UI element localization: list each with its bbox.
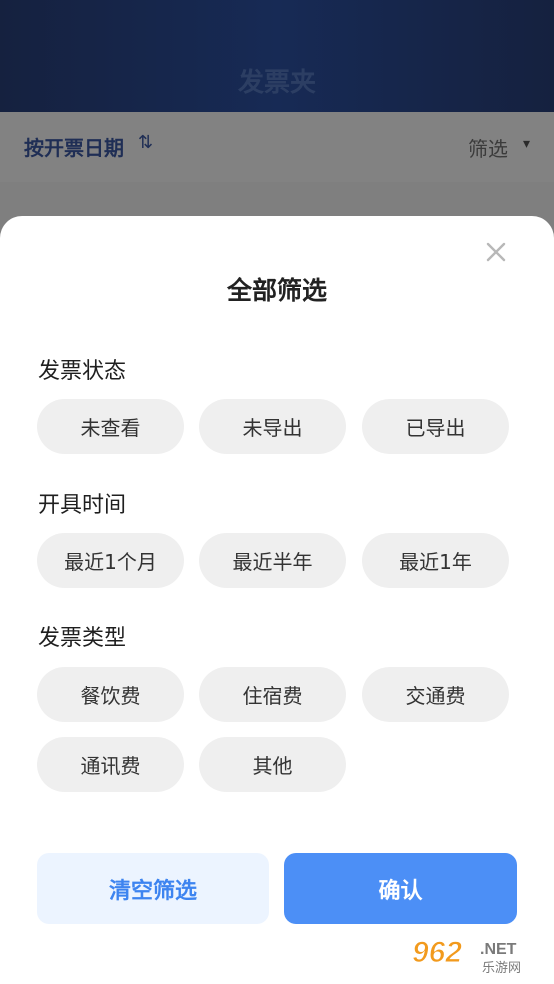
chip-not-viewed[interactable]: 未查看 [37, 399, 184, 454]
clear-filter-button[interactable]: 清空筛选 [37, 853, 269, 924]
close-icon [486, 242, 506, 262]
confirm-button[interactable]: 确认 [284, 853, 517, 924]
chip-transportation[interactable]: 交通费 [362, 667, 509, 722]
close-button[interactable] [478, 234, 514, 270]
filter-button[interactable]: 筛选 [468, 133, 508, 162]
chip-communication[interactable]: 通讯费 [37, 737, 184, 792]
svg-text:乐游网: 乐游网 [482, 961, 521, 976]
chip-accommodation[interactable]: 住宿费 [199, 667, 346, 722]
page-title: 发票夹 [237, 68, 316, 98]
chip-last-half-year[interactable]: 最近半年 [199, 533, 346, 588]
watermark-logo: 962 .NET 乐游网 [412, 936, 522, 977]
section-label-invoice-status: 发票状态 [38, 359, 127, 384]
sort-by-date-button[interactable]: 按开票日期 [24, 132, 124, 161]
sort-toggle-icon: ⇅ [138, 132, 154, 153]
section-label-invoice-type: 发票类型 [38, 626, 127, 651]
svg-text:.NET: .NET [480, 941, 517, 958]
caret-down-icon: ▾ [522, 136, 530, 152]
chip-catering[interactable]: 餐饮费 [37, 667, 184, 722]
chip-exported[interactable]: 已导出 [362, 399, 509, 454]
chip-last-1-year[interactable]: 最近1年 [362, 533, 509, 588]
chip-last-1-month[interactable]: 最近1个月 [37, 533, 184, 588]
svg-text:962: 962 [412, 936, 462, 969]
section-label-issue-time: 开具时间 [38, 493, 127, 518]
sheet-title: 全部筛选 [226, 276, 327, 305]
filter-sheet: 全部筛选 发票状态 未查看 未导出 已导出 开具时间 最近1个月 最近半年 最近… [0, 216, 554, 984]
chip-not-exported[interactable]: 未导出 [199, 399, 346, 454]
chip-other[interactable]: 其他 [199, 737, 346, 792]
